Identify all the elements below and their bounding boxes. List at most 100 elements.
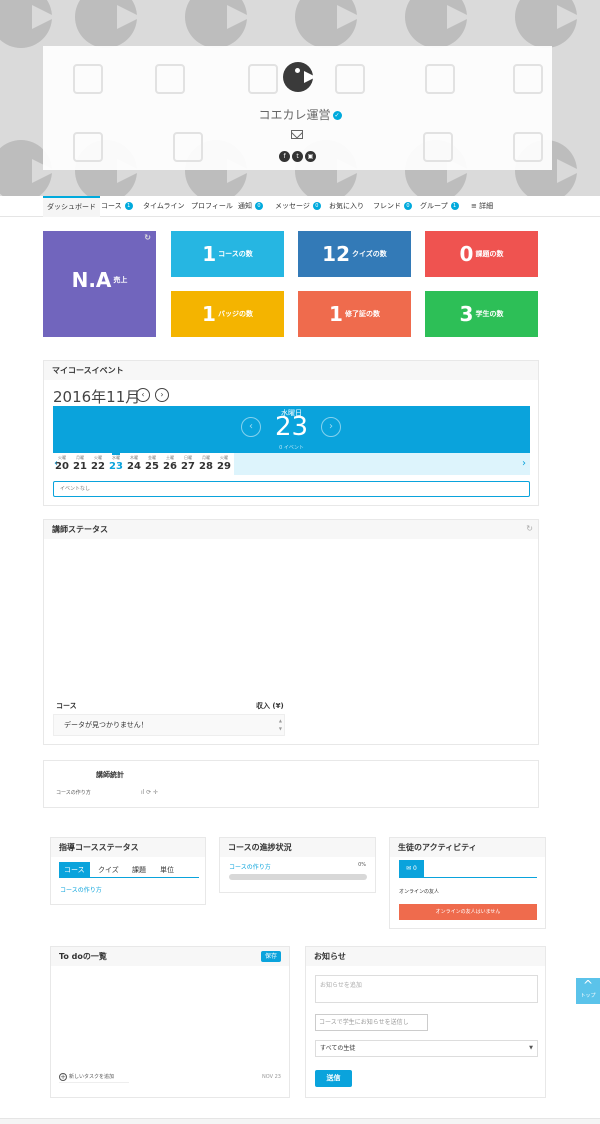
day-next-button[interactable]: › xyxy=(321,417,341,437)
day-number: 29 xyxy=(217,461,231,472)
profile-name-text: コエカレ運営 xyxy=(258,108,331,122)
calendar-day-cell[interactable]: 火曜 29 xyxy=(215,455,233,472)
nav-timeline-label: タイムライン xyxy=(143,202,185,210)
task-date: NOV 23 xyxy=(262,1074,281,1080)
profile-name: コエカレ運営 ✓ xyxy=(0,106,600,123)
empty-table-row: データが見つかりません！ ▲ ▼ xyxy=(53,714,285,736)
nav-messages-badge: 0 xyxy=(312,202,321,210)
stat-students-value: 3 xyxy=(459,302,474,326)
stat-certificates: 1 修了証の数 xyxy=(298,291,411,337)
nav-course-label: コース xyxy=(101,202,122,210)
online-friends-count: 0 xyxy=(413,865,417,872)
panel-title: コースの進捗状況 xyxy=(220,838,375,857)
nav-groups[interactable]: グループ 1 xyxy=(420,196,459,217)
cover-pattern-shape xyxy=(515,0,577,48)
stat-students: 3 学生の数 xyxy=(425,291,538,337)
chevron-right-icon[interactable]: › xyxy=(522,458,526,469)
send-button[interactable]: 送信 xyxy=(315,1070,352,1087)
nav-profile[interactable]: プロフィール xyxy=(191,196,233,217)
refresh-icon[interactable]: ↻ xyxy=(526,525,533,533)
panel-title: お知らせ xyxy=(306,947,545,966)
cover-pattern-shape xyxy=(75,0,137,48)
calendar-day-cell[interactable]: 月曜 28 xyxy=(197,455,215,472)
stat-students-label: 学生の数 xyxy=(475,310,504,318)
calendar-month: 2016年11月 xyxy=(53,388,141,406)
stat-courses: 1 コースの数 xyxy=(171,231,284,277)
chevron-down-icon: ▼ xyxy=(529,1045,533,1051)
calendar-day-cell[interactable]: 日曜 27 xyxy=(179,455,197,472)
course-link[interactable]: コースの作り方 xyxy=(60,885,102,894)
facebook-icon[interactable]: f xyxy=(279,151,290,162)
recipient-select[interactable]: すべての生徒 ▼ xyxy=(315,1040,538,1057)
tab-assignments[interactable]: 課題 xyxy=(127,862,151,878)
calendar-day-cell[interactable]: 土曜 26 xyxy=(161,455,179,472)
calendar-day-cell[interactable]: 火曜 22 xyxy=(89,455,107,472)
day-number: 27 xyxy=(181,461,195,472)
nav-friends[interactable]: フレンド 0 xyxy=(373,196,412,217)
column-income: 収入 (¥) xyxy=(256,702,284,710)
no-online-friends-button[interactable]: オンラインの友人はいません xyxy=(399,904,537,920)
day-prev-button[interactable]: ‹ xyxy=(241,417,261,437)
stat-badges: 1 バッジの数 xyxy=(171,291,284,337)
nav-notifications[interactable]: 通知 0 xyxy=(238,196,263,217)
calendar-day-cell[interactable]: 火曜 20 xyxy=(53,455,71,472)
course-name[interactable]: コースの作り方 xyxy=(56,789,91,796)
calendar-day-cell[interactable]: 木曜 24 xyxy=(125,455,143,472)
nav-dashboard[interactable]: ダッシュボード xyxy=(43,196,100,217)
nav-favorites[interactable]: お気に入り xyxy=(329,196,364,217)
cover-pattern-shape xyxy=(185,0,247,48)
stat-assignments: 0 課題の数 xyxy=(425,231,538,277)
events-count-value: 0 xyxy=(279,445,283,451)
stat-sales: ↻ N.A 売上 xyxy=(43,231,156,337)
month-next-button[interactable]: › xyxy=(155,388,169,402)
recipient-select-value: すべての生徒 xyxy=(320,1045,356,1052)
save-button[interactable]: 保存 xyxy=(260,951,281,962)
refresh-icon[interactable]: ↻ xyxy=(144,234,151,242)
stat-badges-value: 1 xyxy=(202,302,216,326)
cover-pattern-shape xyxy=(295,0,357,48)
instructor-status-panel: 講師ステータス ↻ コース 収入 (¥) データが見つかりません！ ▲ ▼ xyxy=(43,519,539,745)
chart-icon[interactable]: ıl ⟳ ✛ xyxy=(141,789,158,796)
nav-course[interactable]: コース 1 xyxy=(101,196,133,217)
stat-quizzes: 12 クイズの数 xyxy=(298,231,411,277)
headphones-icon xyxy=(248,64,278,94)
calendar-day-cell[interactable]: 月曜 21 xyxy=(71,455,89,472)
calendar-selected-day: 水曜日 23 ‹ › 0 イベント xyxy=(53,406,530,453)
tab-units[interactable]: 単位 xyxy=(155,862,179,878)
panel-title: 生徒のアクティビティ xyxy=(390,838,545,857)
notice-course-input[interactable]: コースで学生にお知らせを送信し xyxy=(315,1014,428,1031)
calendar-day-cell-selected[interactable]: 水曜 23 xyxy=(107,453,125,472)
mail-icon[interactable] xyxy=(291,130,303,139)
nav-course-badge: 1 xyxy=(124,202,133,210)
student-activity-panel: 生徒のアクティビティ ✉ 0 オンラインの友人 オンラインの友人はいません xyxy=(389,837,546,929)
stat-quizzes-value: 12 xyxy=(322,242,351,266)
tab-courses[interactable]: コース xyxy=(59,862,90,878)
nav-messages-label: メッセージ xyxy=(275,202,310,210)
day-number: 23 xyxy=(109,461,123,472)
todo-panel: To doの一覧 保存 + 新しいタスクを追加 NOV 23 xyxy=(50,946,290,1098)
stat-quizzes-label: クイズの数 xyxy=(352,250,387,258)
stat-assignments-label: 課題の数 xyxy=(475,250,504,258)
nav-timeline[interactable]: タイムライン xyxy=(143,196,185,217)
chevron-up-icon: ^ xyxy=(582,978,594,992)
nav-more[interactable]: ≡ 詳細 xyxy=(471,196,493,217)
online-friends-tab[interactable]: ✉ 0 xyxy=(399,860,424,878)
tab-quizzes[interactable]: クイズ xyxy=(93,862,124,878)
add-task-input[interactable]: + 新しいタスクを追加 xyxy=(59,1071,129,1083)
avatar[interactable] xyxy=(283,62,313,92)
scrollbar[interactable]: ▲ ▼ xyxy=(279,717,282,733)
notice-textarea[interactable]: お知らせを追加 xyxy=(315,975,538,1003)
day-number: 21 xyxy=(73,461,87,472)
nav-messages[interactable]: メッセージ 0 xyxy=(275,196,321,217)
back-to-top-button[interactable]: ^ トップ xyxy=(576,978,600,1004)
stat-assignments-value: 0 xyxy=(459,242,474,266)
day-number: 24 xyxy=(127,461,141,472)
cover-pattern-shape xyxy=(0,0,52,48)
month-prev-button[interactable]: ‹ xyxy=(136,388,150,402)
twitter-icon[interactable]: t xyxy=(292,151,303,162)
day-number: 20 xyxy=(55,461,69,472)
nav-notifications-label: 通知 xyxy=(238,202,252,210)
instagram-icon[interactable]: ▣ xyxy=(305,151,316,162)
course-link[interactable]: コースの作り方 xyxy=(229,862,271,871)
calendar-day-cell[interactable]: 金曜 25 xyxy=(143,455,161,472)
